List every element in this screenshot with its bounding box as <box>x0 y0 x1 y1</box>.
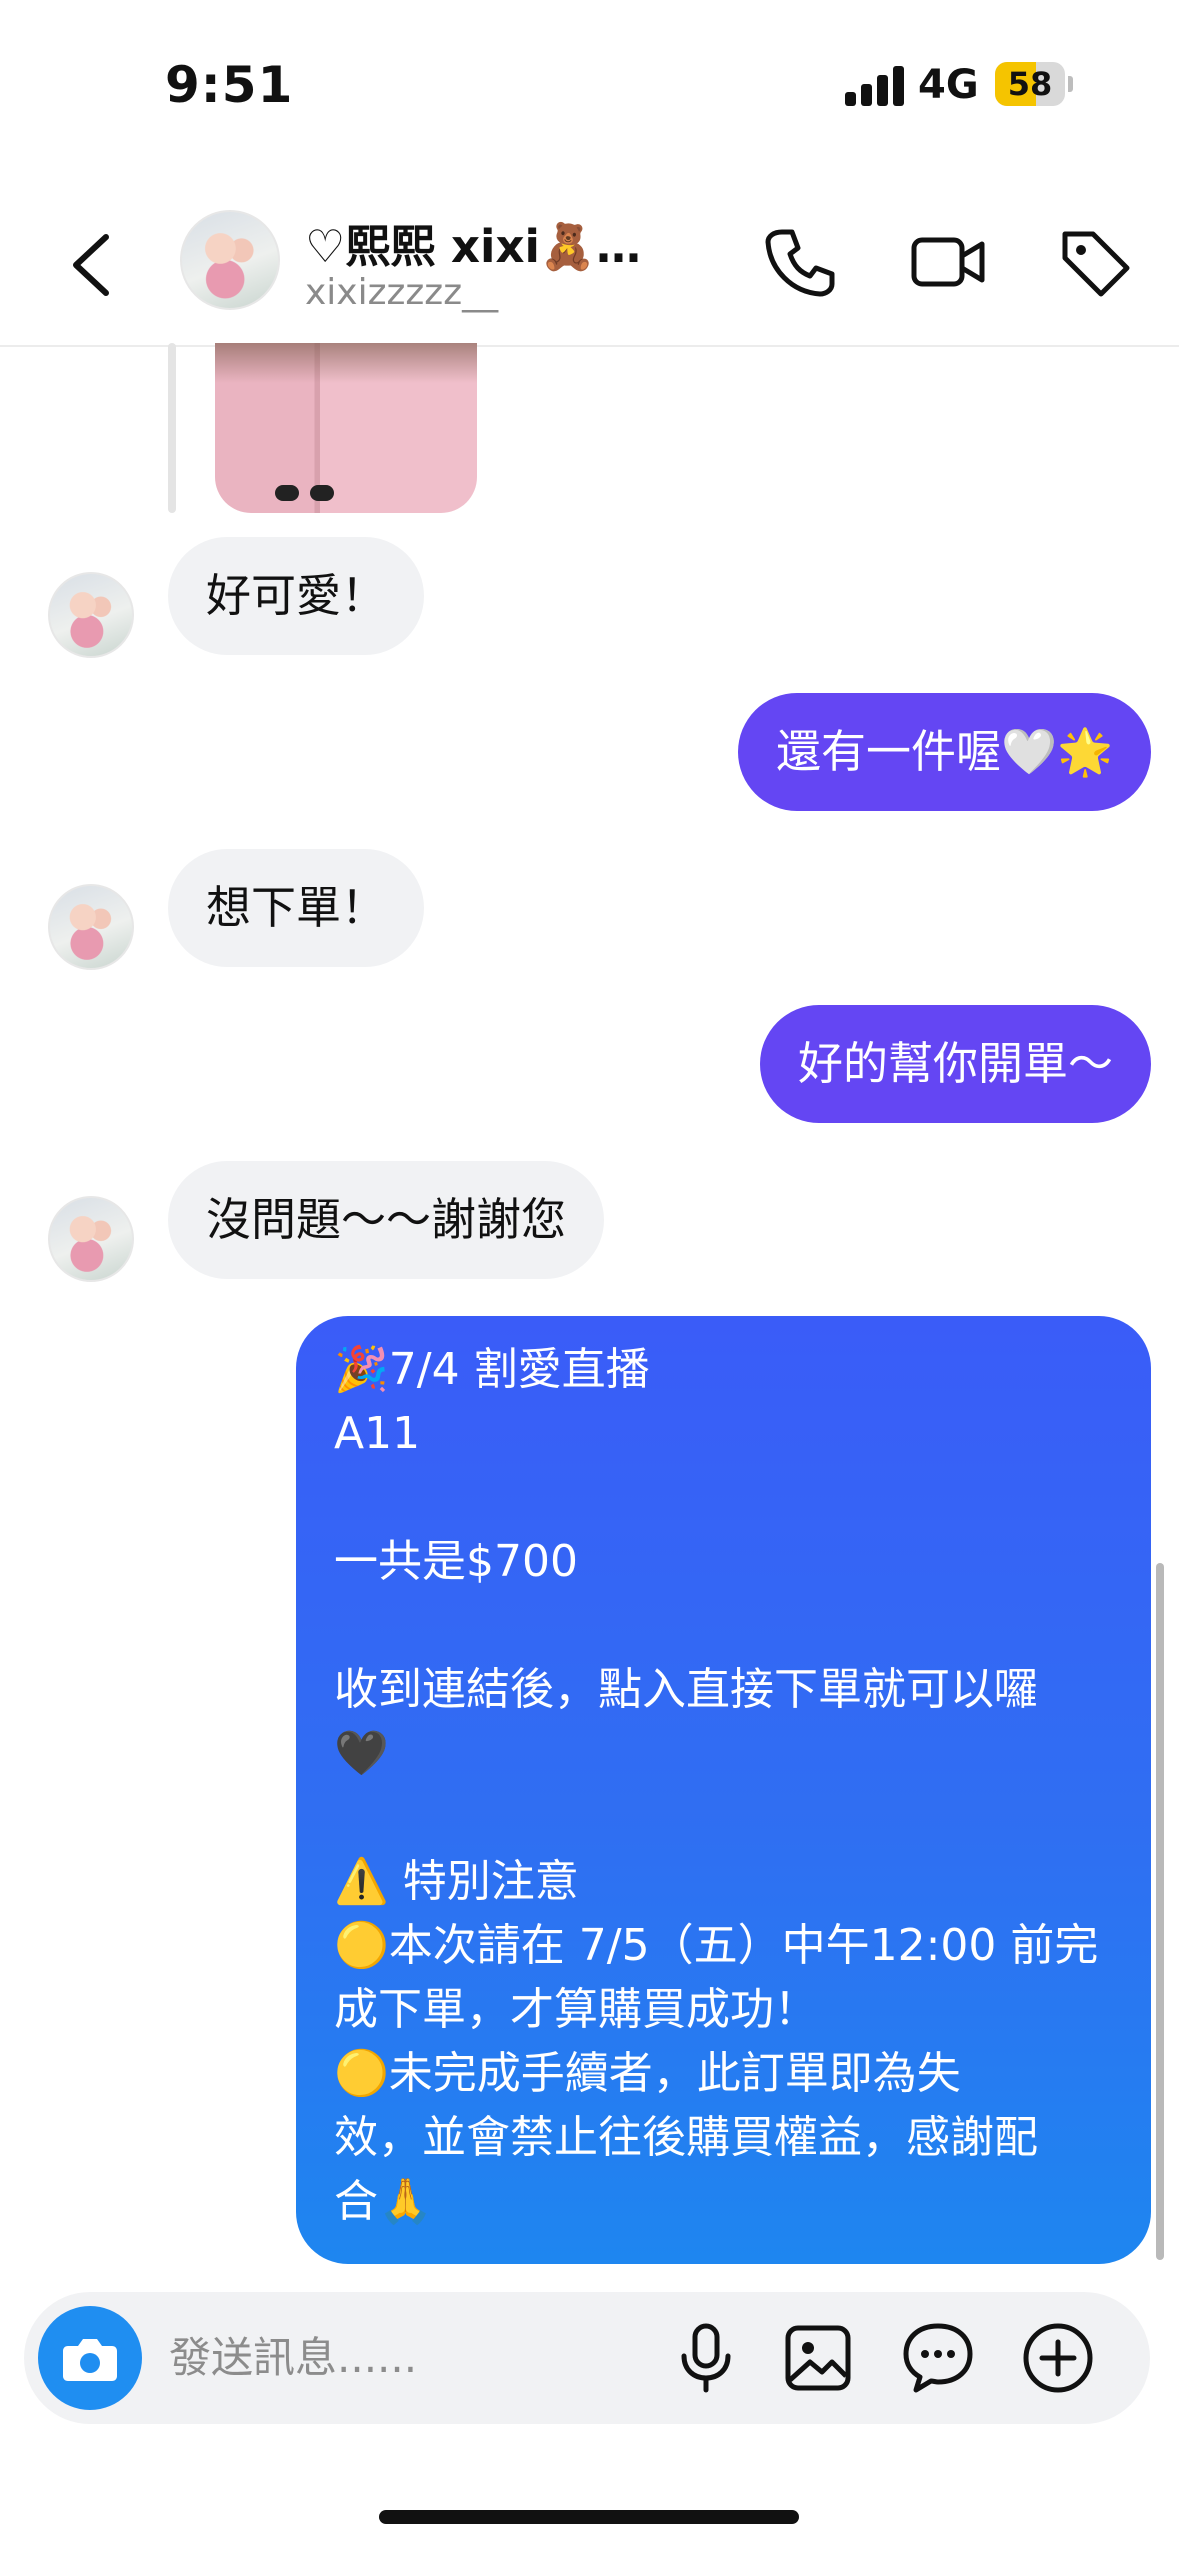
status-time: 9:51 <box>165 56 294 114</box>
order-line: 🎉7/4 割愛直播 <box>334 1344 650 1395</box>
contact-avatar-small[interactable] <box>48 1196 134 1282</box>
order-line: 收到連結後，點入直接下單就可以囉 <box>334 1664 1038 1715</box>
reply-indicator <box>168 343 176 513</box>
battery-icon: 58 <box>995 62 1073 106</box>
signal-icon <box>845 66 905 106</box>
order-line: 成下單，才算購買成功！ <box>334 1984 818 2035</box>
order-line: 合🙏 <box>334 2176 433 2227</box>
order-message[interactable]: 🎉7/4 割愛直播 A11 一共是$700 收到連結後，點入直接下單就可以囉 🖤… <box>296 1316 1151 2264</box>
order-line: 🟡未完成手續者，此訂單即為失 <box>334 2048 961 2099</box>
contact-avatar-small[interactable] <box>48 884 134 970</box>
tag-icon[interactable] <box>1055 222 1135 302</box>
scrollbar[interactable] <box>1156 1563 1164 2260</box>
order-spacer <box>334 1466 1113 1530</box>
phone-icon[interactable] <box>760 222 840 302</box>
status-bar: 9:51 4G 58 <box>0 0 1179 170</box>
order-spacer <box>334 1786 1113 1850</box>
video-icon[interactable] <box>908 222 988 302</box>
image-icon[interactable] <box>778 2318 858 2398</box>
contact-name[interactable]: ♡熙熙 xixi🧸… <box>305 210 641 275</box>
message-incoming[interactable]: 想下單！ <box>168 849 425 967</box>
order-line: A11 <box>334 1408 421 1459</box>
microphone-icon[interactable] <box>666 2318 746 2398</box>
message-outgoing[interactable]: 還有一件喔🤍🌟 <box>737 693 1151 811</box>
shared-photo[interactable] <box>215 343 477 513</box>
order-spacer <box>334 1594 1113 1658</box>
home-indicator <box>379 2510 799 2524</box>
message-composer: 發送訊息...... <box>24 2292 1150 2424</box>
message-incoming[interactable]: 好可愛！ <box>168 537 425 655</box>
message-input[interactable]: 發送訊息...... <box>169 2292 417 2424</box>
camera-icon[interactable] <box>38 2306 142 2410</box>
sticker-icon[interactable] <box>898 2318 978 2398</box>
network-label: 4G <box>918 62 979 108</box>
order-line: 一共是$700 <box>334 1536 578 1587</box>
order-line: 效，並會禁止往後購買權益，感謝配 <box>334 2112 1038 2163</box>
battery-level: 58 <box>1007 65 1053 103</box>
contact-handle[interactable]: xixizzzzz__ <box>305 272 498 313</box>
back-icon[interactable] <box>62 225 122 305</box>
chat-header: ♡熙熙 xixi🧸… xixizzzzz__ <box>0 170 1179 347</box>
contact-avatar[interactable] <box>180 210 280 310</box>
order-line: 🟡本次請在 7/5（五）中午12:00 前完 <box>334 1920 1099 1971</box>
contact-avatar-small[interactable] <box>48 572 134 658</box>
message-incoming[interactable]: 沒問題～～謝謝您 <box>168 1161 605 1279</box>
plus-icon[interactable] <box>1018 2318 1098 2398</box>
message-outgoing[interactable]: 好的幫你開單～ <box>759 1005 1151 1123</box>
order-line: ⚠️ 特別注意 <box>334 1856 579 1907</box>
order-line: 🖤 <box>334 1728 389 1779</box>
